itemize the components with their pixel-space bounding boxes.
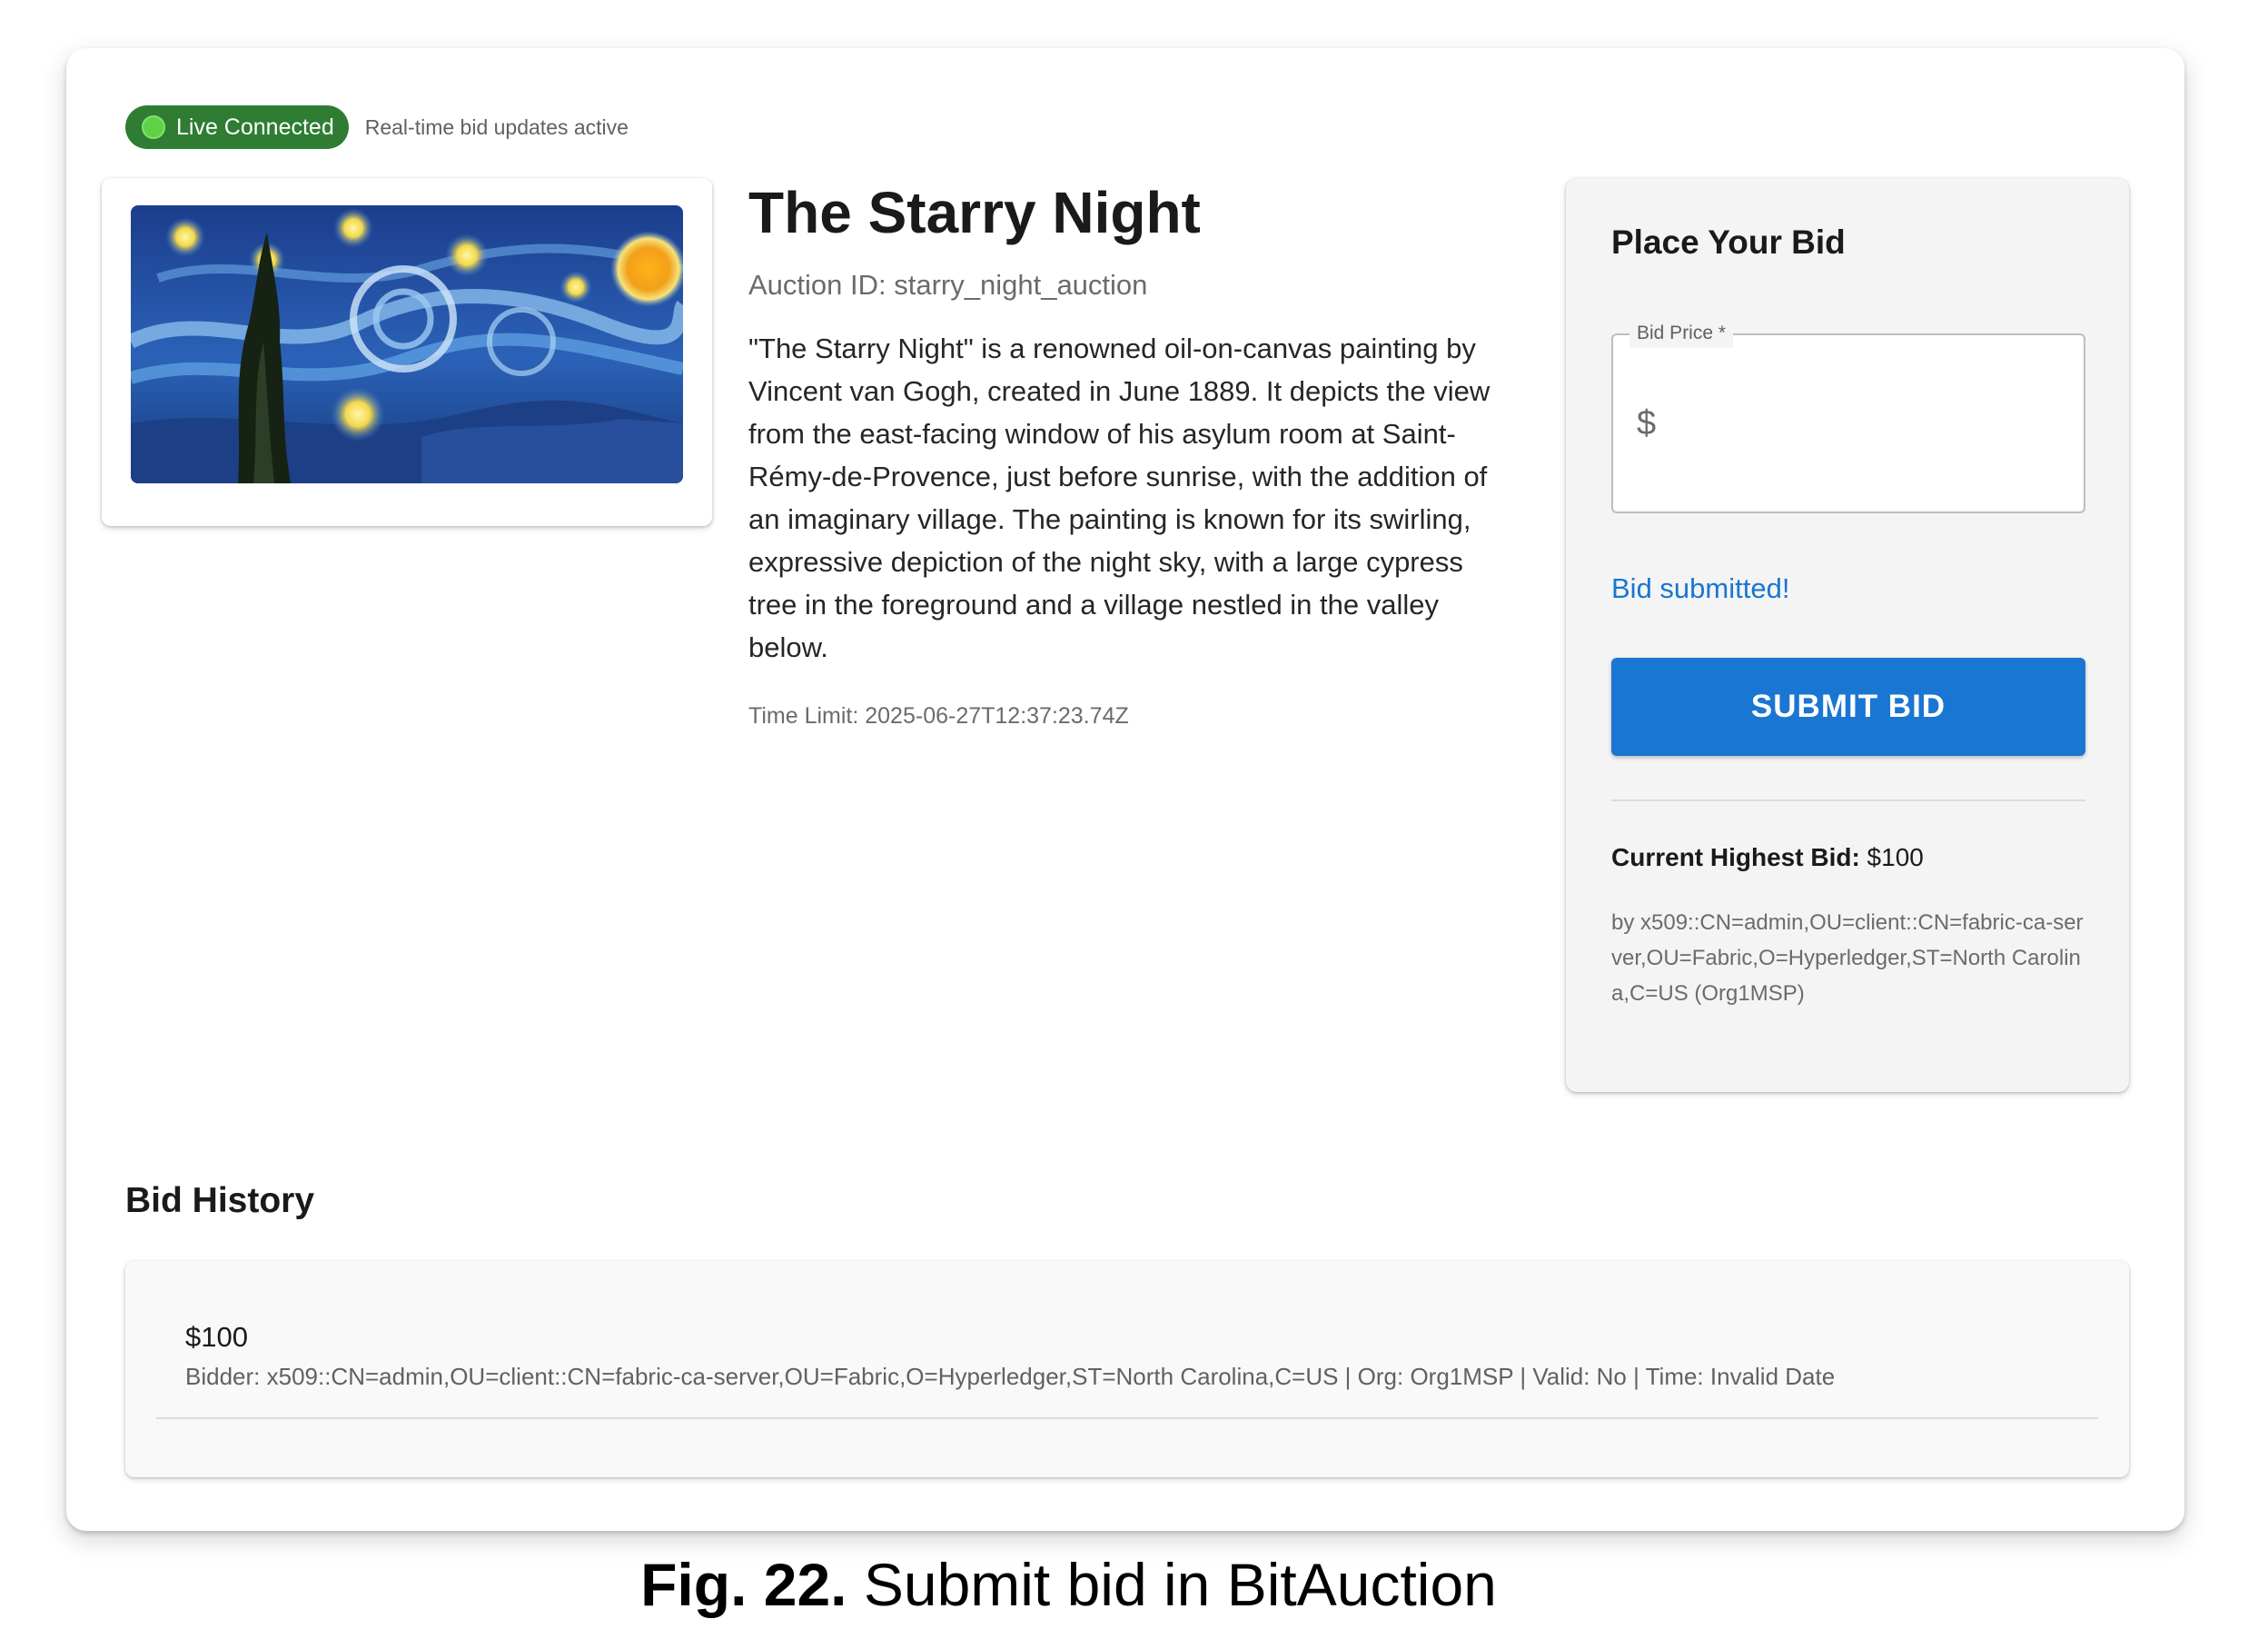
auction-description: "The Starry Night" is a renowned oil-on-… [748,333,1491,663]
highest-bid-label: Current Highest Bid: [1611,843,1860,871]
status-chip-label: Live Connected [176,114,334,140]
bid-price-field[interactable]: Bid Price * $ [1611,319,2085,513]
caption-text: Submit bid in BitAuction [847,1551,1497,1618]
highest-bidder: by x509::CN=admin,OU=client::CN=fabric-c… [1611,910,2084,1006]
time-limit: Time Limit: 2025-06-27T12:37:23.74Z [748,703,1129,729]
caption-label: Fig. 22. [640,1551,847,1618]
status-dot-icon [142,115,165,139]
currency-prefix: $ [1637,404,1657,442]
artwork-card [102,178,712,526]
current-highest-bid: Current Highest Bid: $100 [1611,843,1924,872]
bid-panel-title: Place Your Bid [1611,223,1846,261]
auction-id: Auction ID: starry_night_auction [748,269,1148,301]
figure-caption: Fig. 22. Submit bid in BitAuction [0,1550,2137,1619]
list-item: $100 Bidder: x509::CN=admin,OU=client::C… [156,1305,2098,1419]
panel-divider [1611,800,2085,801]
status-note: Real-time bid updates active [364,114,629,139]
bid-price-label: Bid Price * [1629,319,1734,348]
highest-bid-value: $100 [1859,843,1924,871]
bid-amount: $100 [185,1321,248,1353]
auction-title: The Starry Night [748,180,1201,245]
auction-info: The Starry Night Auction ID: starry_nigh… [748,178,1502,730]
bid-detail: Bidder: x509::CN=admin,OU=client::CN=fab… [185,1363,1836,1390]
bid-history-title: Bid History [125,1181,315,1220]
bid-status-message: Bid submitted! [1611,572,1790,604]
bid-history-list: $100 Bidder: x509::CN=admin,OU=client::C… [125,1261,2129,1477]
bid-panel: Place Your Bid Bid Price * $ Bid submitt… [1566,178,2129,1092]
submit-bid-button[interactable]: SUBMIT BID [1611,658,2085,756]
connection-status: Live Connected Real-time bid updates act… [125,105,629,149]
artwork-image [131,205,683,483]
live-status-chip: Live Connected [125,105,349,149]
starry-night-painting [131,205,683,483]
bid-price-input[interactable] [1671,399,2062,450]
